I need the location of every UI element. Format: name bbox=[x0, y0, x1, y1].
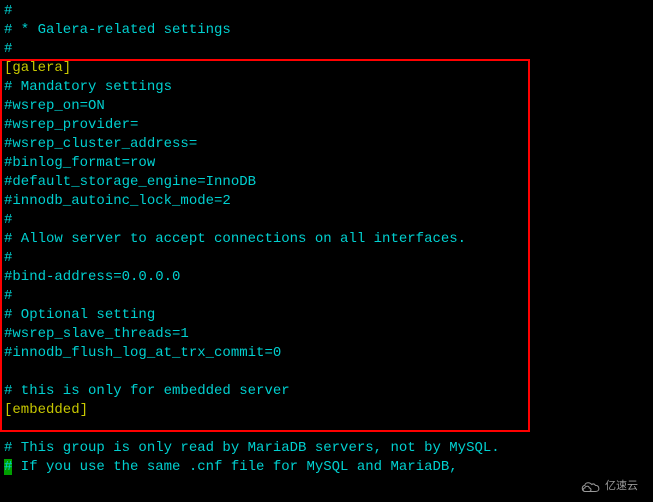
terminal-line-14: #bind-address=0.0.0.0 bbox=[0, 268, 653, 287]
cloud-icon bbox=[580, 481, 602, 495]
terminal-line-5: #wsrep_on=ON bbox=[0, 97, 653, 116]
watermark: 亿速云 bbox=[580, 478, 638, 497]
terminal-line-15: # bbox=[0, 287, 653, 306]
terminal-line-18: #innodb_flush_log_at_trx_commit=0 bbox=[0, 344, 653, 363]
terminal-line-13: # bbox=[0, 249, 653, 268]
terminal-line-4: # Mandatory settings bbox=[0, 78, 653, 97]
last-line-text: If you use the same .cnf file for MySQL … bbox=[12, 459, 457, 475]
terminal-line-2: # bbox=[0, 40, 653, 59]
terminal-line-12: # Allow server to accept connections on … bbox=[0, 230, 653, 249]
terminal-line-21: [embedded] bbox=[0, 401, 653, 420]
terminal-line-19 bbox=[0, 363, 653, 382]
terminal-line-10: #innodb_autoinc_lock_mode=2 bbox=[0, 192, 653, 211]
terminal-line-16: # Optional setting bbox=[0, 306, 653, 325]
terminal-line-8: #binlog_format=row bbox=[0, 154, 653, 173]
terminal-line-last: # If you use the same .cnf file for MySQ… bbox=[0, 458, 653, 477]
terminal-line-1: # * Galera-related settings bbox=[0, 21, 653, 40]
terminal-content: ## * Galera-related settings#[galera]# M… bbox=[0, 2, 653, 477]
terminal-line-17: #wsrep_slave_threads=1 bbox=[0, 325, 653, 344]
terminal-line-20: # this is only for embedded server bbox=[0, 382, 653, 401]
terminal-line-6: #wsrep_provider= bbox=[0, 116, 653, 135]
terminal-line-7: #wsrep_cluster_address= bbox=[0, 135, 653, 154]
watermark-text: 亿速云 bbox=[605, 478, 638, 497]
terminal-line-9: #default_storage_engine=InnoDB bbox=[0, 173, 653, 192]
terminal-line-23: # This group is only read by MariaDB ser… bbox=[0, 439, 653, 458]
terminal-line-11: # bbox=[0, 211, 653, 230]
terminal-line-3: [galera] bbox=[0, 59, 653, 78]
terminal-lines: ## * Galera-related settings#[galera]# M… bbox=[0, 2, 653, 458]
terminal-line-22 bbox=[0, 420, 653, 439]
terminal-line-0: # bbox=[0, 2, 653, 21]
